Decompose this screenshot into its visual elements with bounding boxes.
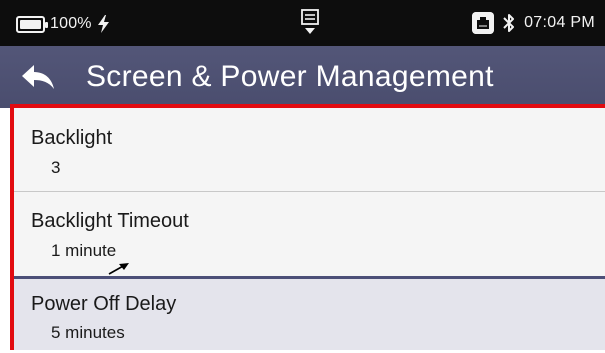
ethernet-port-icon (472, 12, 495, 34)
setting-backlight-timeout[interactable]: Backlight Timeout 1 minute (14, 192, 605, 279)
setting-label: Backlight (31, 127, 113, 149)
back-arrow-icon[interactable] (20, 63, 56, 91)
setting-value: 1 minute (51, 241, 117, 260)
notification-tray-icon[interactable] (300, 9, 320, 39)
page-title: Screen & Power Management (86, 60, 494, 93)
status-indicators: 07:04 PM (472, 12, 595, 34)
app-header: Screen & Power Management (0, 46, 605, 108)
battery-status: 100% (16, 14, 110, 34)
battery-full-icon (16, 15, 48, 33)
mouse-cursor-icon (108, 263, 129, 275)
clock: 07:04 PM (524, 14, 595, 31)
status-bar: 100% 07:04 PM (0, 0, 605, 46)
setting-value: 5 minutes (51, 323, 125, 342)
setting-label: Power Off Delay (31, 293, 177, 315)
setting-power-off-delay[interactable]: Power Off Delay 5 minutes (14, 279, 605, 350)
setting-label: Backlight Timeout (31, 210, 189, 232)
setting-backlight[interactable]: Backlight 3 (14, 108, 605, 192)
battery-percentage: 100% (50, 15, 92, 32)
bluetooth-icon (503, 14, 515, 32)
device-screen: 100% 07:04 PM Screen & Power Management … (0, 0, 605, 353)
setting-value: 3 (51, 158, 61, 177)
settings-list: Backlight 3 Backlight Timeout 1 minute P… (10, 104, 605, 350)
lightning-bolt-icon (97, 15, 109, 33)
